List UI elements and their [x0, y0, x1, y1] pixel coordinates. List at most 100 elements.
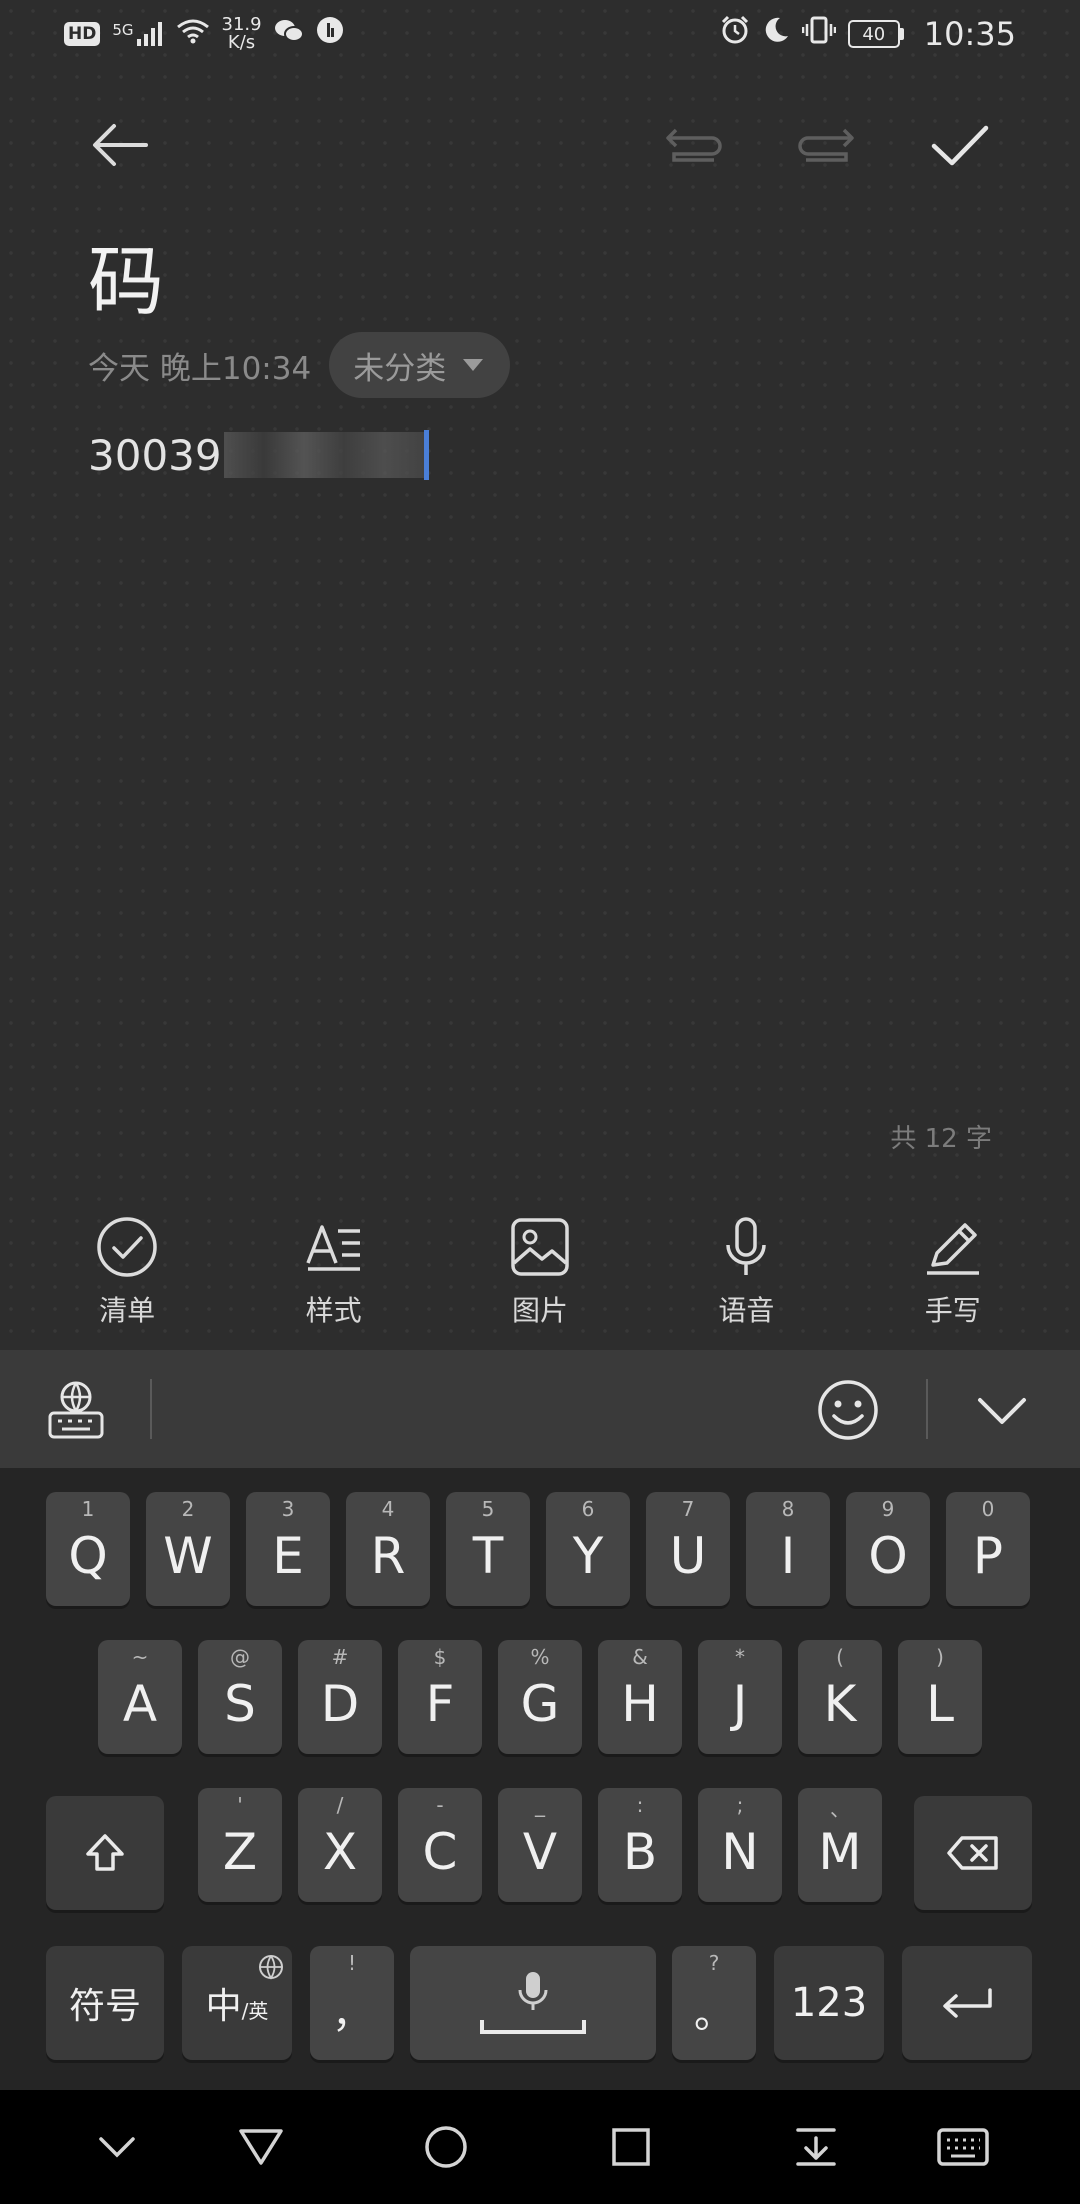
status-right: 40 10:35	[720, 15, 1016, 53]
category-dropdown[interactable]: 未分类	[329, 332, 511, 398]
category-label: 未分类	[353, 350, 447, 387]
tool-style[interactable]: 样式	[254, 1215, 414, 1345]
symbols-key[interactable]: 符号	[46, 1946, 164, 2060]
hd-voice-icon: HD	[64, 22, 101, 46]
nav-recents-square-icon[interactable]	[596, 2112, 666, 2182]
note-title[interactable]: 码	[88, 220, 164, 330]
key-sub-label: 0	[981, 1497, 995, 1521]
nav-notification-pull-icon[interactable]	[781, 2112, 851, 2182]
key-h[interactable]: & H	[598, 1640, 682, 1754]
key-v[interactable]: _ V	[498, 1788, 582, 1902]
language-switch-key[interactable]: 中 /英	[182, 1946, 292, 2060]
key-main-label: W	[163, 1527, 213, 1585]
network-speed: 31.9 K/s	[221, 14, 262, 53]
key-main-label: Z	[222, 1823, 258, 1881]
key-a[interactable]: ~ A	[98, 1640, 182, 1754]
tool-checklist[interactable]: 清单	[47, 1215, 207, 1345]
tool-label: 清单	[99, 1294, 156, 1327]
key-period[interactable]: ? 。	[672, 1946, 756, 2060]
key-main-label: S	[224, 1675, 256, 1733]
key-t[interactable]: 5T	[446, 1492, 530, 1606]
key-sub-label: 5	[481, 1497, 495, 1521]
key-g[interactable]: % G	[498, 1640, 582, 1754]
key-p[interactable]: 0P	[946, 1492, 1030, 1606]
nav-keyboard-switch-icon[interactable]	[928, 2112, 998, 2182]
redo-icon[interactable]	[786, 100, 866, 190]
collapse-keyboard-chevron-icon[interactable]	[966, 1374, 1038, 1446]
lang-main-label: 中	[205, 1986, 242, 2027]
key-y[interactable]: 6Y	[546, 1492, 630, 1606]
key-m[interactable]: 、 M	[798, 1788, 882, 1902]
key-main-label: F	[425, 1675, 455, 1733]
key-s[interactable]: @ S	[198, 1640, 282, 1754]
key-x[interactable]: / X	[298, 1788, 382, 1902]
key-l[interactable]: ) L	[898, 1640, 982, 1754]
status-bar: HD 5G 31.9 K/s 40 10:35	[0, 0, 1080, 68]
wifi-icon	[176, 17, 210, 52]
emoji-icon[interactable]	[812, 1374, 884, 1446]
key-main-label: I	[780, 1527, 796, 1585]
key-main-label: B	[622, 1823, 658, 1881]
numbers-key-label: 123	[790, 1980, 868, 2026]
tool-voice[interactable]: 语音	[666, 1215, 826, 1345]
key-main-label: H	[621, 1675, 659, 1733]
key-k[interactable]: (K	[798, 1640, 882, 1754]
backspace-key[interactable]	[914, 1796, 1032, 1910]
key-u[interactable]: 7U	[646, 1492, 730, 1606]
key-sub-label: $	[433, 1645, 447, 1669]
status-time: 10:35	[923, 15, 1016, 53]
key-z[interactable]: ' Z	[198, 1788, 282, 1902]
key-sub-label: 6	[581, 1497, 595, 1521]
key-period-main: 。	[694, 1991, 734, 2037]
key-o[interactable]: 9O	[846, 1492, 930, 1606]
key-d[interactable]: # D	[298, 1640, 382, 1754]
enter-key[interactable]	[902, 1946, 1032, 2060]
nav-back-triangle-icon[interactable]	[226, 2112, 296, 2182]
save-check-icon[interactable]	[920, 100, 1000, 190]
key-sub-label: 7	[681, 1497, 695, 1521]
battery-icon: 40	[847, 20, 904, 48]
symbols-key-label: 符号	[68, 1986, 141, 2027]
key-j[interactable]: * J	[698, 1640, 782, 1754]
key-q[interactable]: 1Q	[46, 1492, 130, 1606]
handwriting-pen-icon	[926, 1223, 979, 1275]
key-main-label: U	[669, 1527, 707, 1585]
tool-label: 手写	[924, 1294, 981, 1327]
ime-settings-icon[interactable]	[40, 1374, 112, 1446]
key-n[interactable]: ; N	[698, 1788, 782, 1902]
shift-key[interactable]	[46, 1796, 164, 1910]
nav-collapse-chevron-icon[interactable]	[82, 2112, 152, 2182]
key-sub-label: )	[936, 1645, 944, 1669]
do-not-disturb-moon-icon	[762, 16, 790, 52]
key-w[interactable]: 2W	[146, 1492, 230, 1606]
key-comma[interactable]: ! ，	[310, 1946, 394, 2060]
key-b[interactable]: :B	[598, 1788, 682, 1902]
key-c[interactable]: -C	[398, 1788, 482, 1902]
key-sub-label: ;	[736, 1793, 744, 1817]
key-i[interactable]: 8I	[746, 1492, 830, 1606]
key-e[interactable]: 3E	[246, 1492, 330, 1606]
tool-image[interactable]: 图片	[460, 1215, 620, 1345]
ime-toolbar	[0, 1350, 1080, 1468]
nav-home-circle-icon[interactable]	[411, 2112, 481, 2182]
enter-arrow-icon	[943, 1988, 992, 2018]
key-main-label: E	[272, 1527, 304, 1585]
status-left: HD 5G 31.9 K/s	[64, 16, 344, 52]
note-body-text: 30039	[88, 430, 222, 480]
space-key[interactable]	[410, 1946, 656, 2060]
word-count: 共 12 字	[890, 1124, 992, 1154]
dropdown-triangle-icon	[463, 359, 484, 371]
key-main-label: N	[721, 1823, 759, 1881]
key-r[interactable]: 4R	[346, 1492, 430, 1606]
note-body[interactable]: 30039	[88, 430, 429, 480]
key-main-label: A	[122, 1675, 158, 1733]
undo-icon[interactable]	[654, 100, 734, 190]
tool-handwriting[interactable]: 手写	[873, 1215, 1033, 1345]
key-sub-label: '	[237, 1793, 243, 1817]
numbers-key[interactable]: 123	[774, 1946, 884, 2060]
key-f[interactable]: $ F	[398, 1640, 482, 1754]
shift-arrow-icon	[86, 1834, 124, 1871]
notification-icon	[316, 16, 344, 52]
back-arrow-icon[interactable]	[80, 100, 160, 190]
key-sub-label: _	[535, 1793, 545, 1817]
